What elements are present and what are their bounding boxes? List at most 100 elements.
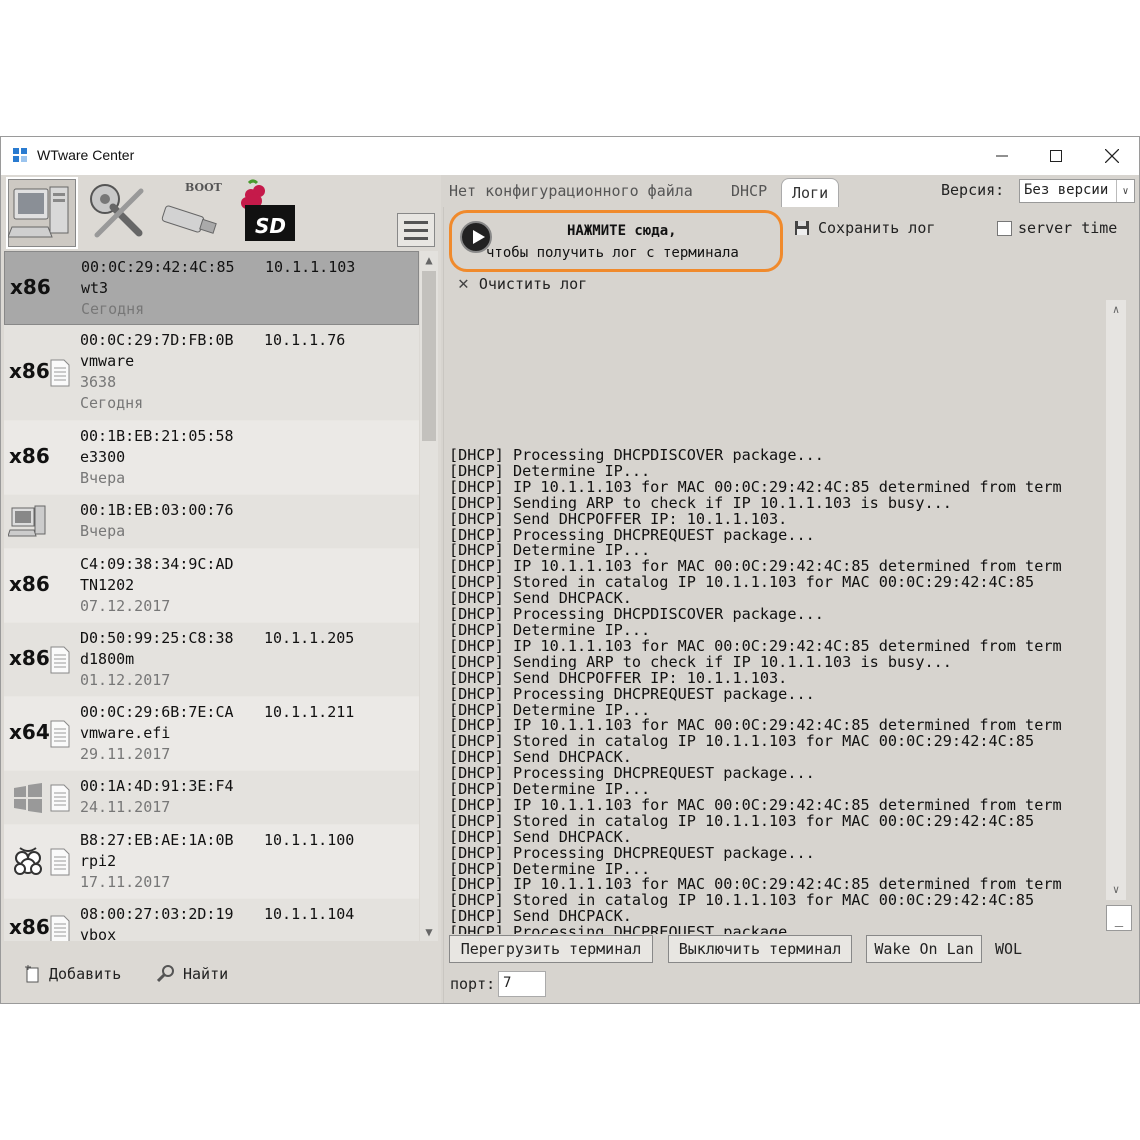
clear-log-label: Очистить лог: [478, 274, 588, 293]
close-button[interactable]: [1089, 137, 1135, 175]
tab-config-file[interactable]: Нет конфигурационного файла: [449, 182, 693, 200]
terminal-list: x86 00:0C:29:42:4C:85 wt3 Сегодня 10.1.1.103…: [4, 251, 419, 941]
terminal-arch-label: x64: [9, 720, 50, 744]
wake-on-lan-button[interactable]: Wake On Lan: [866, 935, 982, 963]
terminal-ip: 10.1.1.76: [264, 331, 346, 349]
sd-label: SD: [255, 214, 286, 238]
checkbox-box[interactable]: [997, 220, 1012, 236]
server-time-label: server time: [1018, 219, 1118, 237]
get-log-hint-line1[interactable]: НАЖМИТЕ сюда,: [567, 223, 677, 239]
terminal-name: e3300: [80, 448, 126, 466]
window-title: WTware Center: [37, 147, 135, 163]
config-document-icon: [50, 784, 70, 812]
port-input[interactable]: 7: [498, 971, 546, 997]
list-item[interactable]: x86 D0:50:99:25:C8:38 d1800m 01.12.2017 10.1…: [4, 623, 419, 697]
usb-drive-icon: BOOT USB: [161, 181, 253, 234]
save-log-label: Сохранить лог: [818, 219, 936, 237]
terminal-arch-label: x86: [9, 646, 50, 670]
logs-tab-content: НАЖМИТЕ сюда, чтобы получить лог с терми…: [443, 207, 1139, 1003]
terminal-name: vmware: [80, 352, 135, 370]
computer-icon: [8, 505, 46, 537]
details-panel: Нет конфигурационного файла DHCP Логи Ве…: [441, 175, 1139, 1003]
terminal-arch-label: x86: [9, 572, 50, 596]
collapse-log-button[interactable]: _: [1106, 905, 1132, 931]
terminal-date: 29.11.2017: [80, 745, 171, 763]
terminal-date: 24.11.2017: [80, 798, 171, 816]
config-document-icon: [50, 848, 70, 876]
list-item[interactable]: x64 00:0C:29:6B:7E:CA vmware.efi 29.11.2017…: [4, 697, 419, 771]
add-button[interactable]: Добавить: [25, 965, 121, 983]
raspberry-sd-button[interactable]: SD: [233, 177, 305, 249]
terminal-ip: 10.1.1.205: [264, 629, 355, 647]
log-line: [DHCP] Processing DHCPREQUEST package...: [449, 923, 815, 934]
log-lines: [DHCP] Processing DHCPDISCOVER package..…: [449, 447, 1062, 934]
list-item[interactable]: 00:1B:EB:03:00:76 Вчера: [4, 495, 419, 549]
list-item[interactable]: x86 00:0C:29:42:4C:85 wt3 Сегодня 10.1.1.103: [4, 251, 419, 325]
app-logo-icon: [13, 148, 27, 162]
terminal-ip: 10.1.1.100: [264, 831, 355, 849]
add-label: Добавить: [49, 965, 122, 983]
terminal-list-panel: BOOT USB SD x86 00:0C:29:42:4C:85 wt3 Сегод…: [1, 175, 441, 1003]
minimize-button[interactable]: [979, 137, 1025, 175]
list-item[interactable]: x86 C4:09:38:34:9C:AD TN1202 07.12.2017: [4, 549, 419, 623]
terminal-name: vmware.efi: [80, 724, 171, 742]
terminal-list-scrollbar[interactable]: ▲ ▼: [420, 251, 438, 941]
tab-dhcp[interactable]: DHCP: [731, 182, 767, 200]
maximize-button[interactable]: [1033, 137, 1079, 175]
minimize-icon: [996, 155, 1008, 157]
terminal-ip: 10.1.1.104: [264, 905, 355, 923]
shutdown-terminal-button[interactable]: Выключить терминал: [668, 935, 852, 963]
terminals-button[interactable]: [6, 177, 78, 249]
version-label: Версия:: [941, 181, 1005, 199]
config-document-icon: [50, 720, 70, 748]
menu-icon: [404, 220, 428, 224]
save-log-button[interactable]: Сохранить лог: [794, 219, 935, 237]
terminal-name: d1800m: [80, 650, 135, 668]
terminal-mac: D0:50:99:25:C8:38: [80, 629, 234, 647]
terminal-mac: C4:09:38:34:9C:AD: [80, 555, 234, 573]
find-button[interactable]: Найти: [157, 965, 228, 983]
scroll-thumb[interactable]: [422, 271, 436, 441]
close-icon: [1105, 149, 1119, 163]
list-item[interactable]: x86 08:00:27:03:2D:19 vbox 10.1.1.104: [4, 899, 419, 941]
title-bar: WTware Center: [1, 137, 1139, 175]
raspberry-sd-icon: SD: [241, 179, 295, 241]
terminal-date: Вчера: [80, 469, 126, 487]
scroll-up-icon[interactable]: ▲: [420, 251, 438, 269]
terminal-mac: 00:1A:4D:91:3E:F4: [80, 777, 234, 795]
app-window: WTware Center BOOT SD x86 00:0C:29:42:4C…: [0, 136, 1140, 1004]
clear-log-button[interactable]: ✕ Очистить лог: [458, 273, 587, 294]
boot-usb-label: BOOT USB: [185, 181, 225, 194]
search-icon: [157, 965, 174, 983]
log-output[interactable]: [DHCP] Processing DHCPDISCOVER package..…: [449, 302, 1105, 934]
wol-label: WOL: [995, 940, 1023, 958]
floppy-disk-icon: [795, 221, 809, 235]
log-scrollbar[interactable]: ∧ ∨: [1106, 300, 1126, 900]
get-log-hint-line2[interactable]: чтобы получить лог с терминала: [486, 245, 739, 261]
terminal-name: vbox: [80, 926, 117, 941]
settings-button[interactable]: [83, 177, 155, 249]
config-document-icon: [50, 915, 70, 941]
list-item[interactable]: x86 00:0C:29:7D:FB:0B vmware 3638 Сегодня 10.…: [4, 325, 419, 421]
terminal-ip: 10.1.1.211: [264, 703, 355, 721]
config-document-icon: [50, 646, 70, 674]
terminal-name: wt3: [81, 279, 109, 297]
scroll-down-icon[interactable]: ▼: [420, 923, 438, 941]
list-item[interactable]: B8:27:EB:AE:1A:0B rpi2 17.11.2017 10.1.1.10…: [4, 825, 419, 899]
list-item[interactable]: x86 00:1B:EB:21:05:58 e3300 Вчера: [4, 421, 419, 495]
tools-icon: [90, 184, 144, 238]
find-label: Найти: [183, 965, 229, 983]
boot-usb-button[interactable]: BOOT USB: [157, 177, 253, 249]
version-select[interactable]: Без версии ∨: [1019, 179, 1135, 203]
tab-logs[interactable]: Логи: [781, 178, 840, 207]
port-label: порт:: [450, 975, 496, 993]
menu-button[interactable]: [397, 213, 435, 247]
terminal-date: 17.11.2017: [80, 873, 171, 891]
reboot-terminal-button[interactable]: Перегрузить терминал: [449, 935, 653, 963]
raspberry-pi-icon: [14, 847, 42, 875]
server-time-checkbox[interactable]: server time: [997, 219, 1117, 237]
terminal-extra: 3638: [80, 373, 117, 391]
log-scroll-down-icon[interactable]: ∨: [1106, 880, 1126, 898]
list-item[interactable]: 00:1A:4D:91:3E:F4 24.11.2017: [4, 771, 419, 825]
log-scroll-up-icon[interactable]: ∧: [1106, 300, 1126, 318]
